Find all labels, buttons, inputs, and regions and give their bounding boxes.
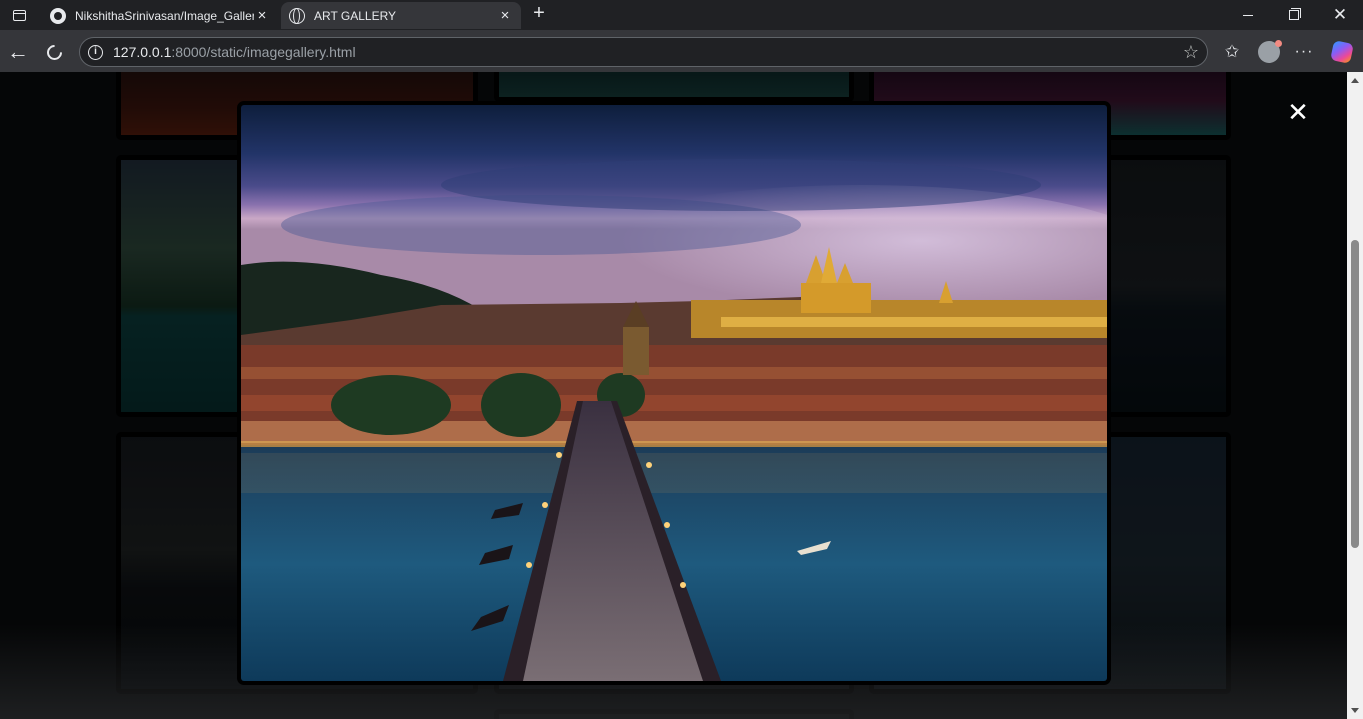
tab-title: ART GALLERY [314, 8, 397, 23]
scroll-up-icon[interactable] [1351, 78, 1359, 83]
copilot-button[interactable] [1328, 38, 1356, 66]
favorites-icon: ✩ [1224, 42, 1240, 61]
url-path: :8000/static/imagegallery.html [171, 44, 356, 60]
back-button[interactable]: ← [4, 38, 32, 66]
scrollbar-thumb[interactable] [1351, 240, 1359, 548]
tab-actions-icon [12, 9, 26, 21]
tab-art-gallery[interactable]: ART GALLERY × [281, 2, 521, 29]
avatar [1258, 40, 1282, 63]
arrow-left-icon: ← [7, 39, 29, 64]
reload-icon [43, 41, 65, 63]
copilot-icon [1330, 40, 1354, 64]
enlarged-image [241, 105, 1107, 681]
tab-close-button[interactable]: × [497, 7, 513, 24]
url-host: 127.0.0.1 [113, 44, 172, 60]
address-bar[interactable]: i 127.0.0.1:8000/static/imagegallery.htm… [79, 37, 1208, 67]
page-viewport: ✕ [0, 72, 1347, 719]
restore-icon [1289, 8, 1301, 20]
tab-title: NikshithaSrinivasan/Image_Gallery [75, 8, 254, 23]
tab-close-button[interactable]: × [254, 7, 270, 24]
site-info-icon[interactable]: i [88, 44, 103, 60]
restore-button[interactable] [1271, 0, 1317, 30]
more-icon: ··· [1294, 43, 1314, 60]
scroll-down-icon[interactable] [1351, 708, 1359, 713]
tab-strip: NikshithaSrinivasan/Image_Gallery × ART … [0, 0, 1363, 30]
minimize-button[interactable] [1225, 0, 1271, 30]
reload-button[interactable] [40, 38, 68, 66]
window-close-button[interactable]: ✕ [1317, 0, 1363, 30]
github-icon [50, 7, 66, 24]
url-text[interactable]: 127.0.0.1:8000/static/imagegallery.html [113, 44, 356, 60]
globe-icon [289, 7, 305, 24]
minimize-icon [1243, 14, 1253, 16]
new-tab-button[interactable]: + [528, 3, 550, 25]
enlarged-image-modal [237, 101, 1111, 685]
settings-menu-button[interactable]: ··· [1290, 38, 1318, 66]
close-modal-button[interactable]: ✕ [1285, 100, 1311, 126]
star-icon[interactable]: ☆ [1183, 42, 1199, 63]
profile-button[interactable] [1255, 38, 1283, 66]
page-scrollbar[interactable] [1347, 72, 1363, 719]
favorites-button[interactable]: ✩ [1218, 38, 1246, 66]
tab-actions-button[interactable] [6, 4, 32, 26]
tab-github[interactable]: NikshithaSrinivasan/Image_Gallery × [42, 2, 278, 29]
browser-toolbar: ← i 127.0.0.1:8000/static/imagegallery.h… [0, 30, 1363, 72]
